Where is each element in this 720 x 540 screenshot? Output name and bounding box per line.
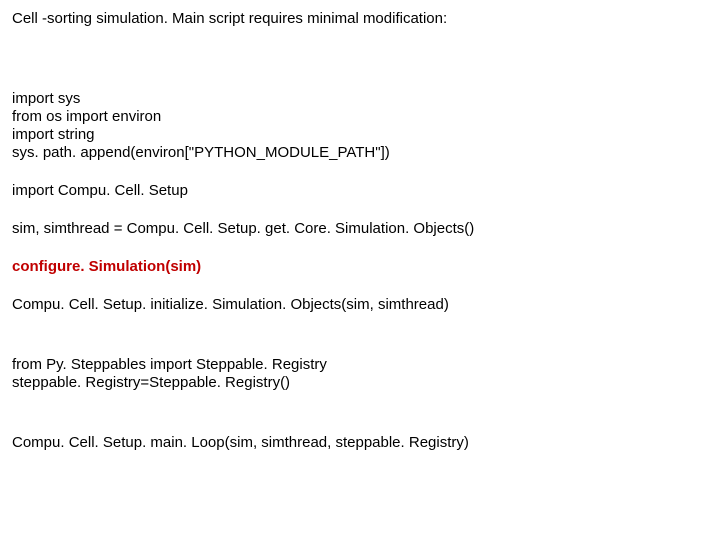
document-page: Cell -sorting simulation. Main script re…	[0, 0, 720, 462]
code-block-initialize: Compu. Cell. Setup. initialize. Simulati…	[12, 296, 708, 314]
code-line: import sys	[12, 90, 708, 108]
code-line: sys. path. append(environ["PYTHON_MODULE…	[12, 144, 708, 162]
code-line: Compu. Cell. Setup. main. Loop(sim, simt…	[12, 434, 708, 452]
code-block-configure: configure. Simulation(sim)	[12, 258, 708, 276]
code-line: from os import environ	[12, 108, 708, 126]
code-block-registry: from Py. Steppables import Steppable. Re…	[12, 356, 708, 392]
code-line: import string	[12, 126, 708, 144]
code-line: import Compu. Cell. Setup	[12, 182, 708, 200]
code-line: Compu. Cell. Setup. initialize. Simulati…	[12, 296, 708, 314]
code-block-imports: import sys from os import environ import…	[12, 90, 708, 162]
code-line: steppable. Registry=Steppable. Registry(…	[12, 374, 708, 392]
code-line: sim, simthread = Compu. Cell. Setup. get…	[12, 220, 708, 238]
code-block-getcore: sim, simthread = Compu. Cell. Setup. get…	[12, 220, 708, 238]
code-line: from Py. Steppables import Steppable. Re…	[12, 356, 708, 374]
code-line-highlight: configure. Simulation(sim)	[12, 258, 708, 276]
code-block-import-setup: import Compu. Cell. Setup	[12, 182, 708, 200]
page-title: Cell -sorting simulation. Main script re…	[12, 10, 708, 28]
code-block-mainloop: Compu. Cell. Setup. main. Loop(sim, simt…	[12, 434, 708, 452]
